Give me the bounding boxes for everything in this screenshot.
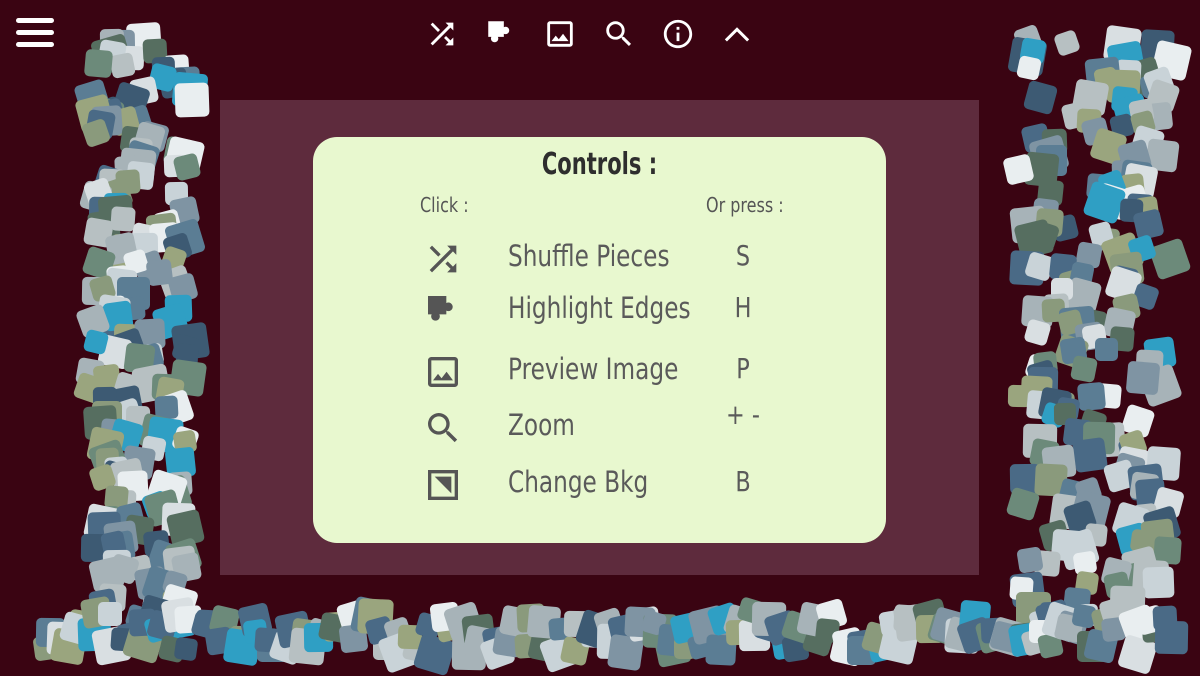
zoom-button[interactable] — [601, 14, 637, 54]
control-label: Zoom — [508, 408, 575, 442]
puzzle-piece[interactable] — [1015, 55, 1042, 82]
control-label: Change Bkg — [508, 465, 649, 499]
shuffle-button[interactable] — [424, 14, 460, 54]
puzzle-piece[interactable] — [1070, 354, 1099, 383]
collapse-button[interactable] — [719, 14, 755, 54]
control-label: Preview Image — [508, 352, 679, 386]
puzzle-piece[interactable] — [1154, 620, 1189, 655]
puzzle-edge-icon — [423, 291, 463, 331]
control-row-preview-image: Preview Image P — [313, 346, 886, 396]
control-key: B — [735, 465, 751, 498]
magnifier-icon — [606, 21, 632, 47]
puzzle-piece[interactable] — [173, 636, 198, 661]
control-label: Shuffle Pieces — [508, 239, 670, 273]
puzzle-piece[interactable] — [1125, 360, 1161, 395]
control-row-shuffle: Shuffle Pieces S — [313, 233, 886, 283]
click-header: Click : — [420, 193, 469, 217]
control-key: + - — [726, 398, 760, 431]
controls-title: Controls : — [541, 147, 658, 182]
puzzle-piece[interactable] — [1094, 337, 1118, 361]
press-header: Or press : — [706, 193, 784, 217]
image-icon — [547, 21, 573, 47]
control-label: Highlight Edges — [508, 291, 691, 325]
chevron-up-icon — [724, 27, 750, 42]
puzzle-piece[interactable] — [1077, 381, 1107, 412]
background-icon — [423, 465, 463, 505]
control-row-highlight-edges: Highlight Edges H — [313, 285, 886, 335]
shuffle-icon — [423, 239, 463, 279]
top-bar — [0, 14, 1200, 58]
control-row-zoom: Zoom + - — [313, 398, 886, 452]
control-key: P — [736, 352, 750, 385]
puzzle-piece[interactable] — [1023, 80, 1059, 116]
control-key: S — [735, 239, 751, 272]
image-icon — [423, 352, 463, 392]
control-row-change-bkg: Change Bkg B — [313, 459, 886, 509]
puzzle-piece[interactable] — [1148, 237, 1192, 282]
info-button[interactable] — [660, 14, 696, 54]
highlight-edges-button[interactable] — [483, 14, 519, 54]
puzzle-piece[interactable] — [174, 81, 210, 118]
controls-panel: Controls : Click : Or press : Shuffle Pi… — [313, 137, 886, 543]
puzzle-piece[interactable] — [97, 601, 122, 626]
puzzle-piece[interactable] — [1016, 545, 1045, 574]
control-key: H — [734, 291, 752, 324]
magnifier-icon — [423, 408, 463, 448]
shuffle-icon — [430, 22, 454, 46]
puzzle-edge-icon — [488, 21, 510, 43]
preview-image-button[interactable] — [542, 14, 578, 54]
toolbar — [424, 14, 755, 54]
info-icon — [663, 19, 693, 49]
puzzle-piece[interactable] — [1142, 566, 1175, 599]
hamburger-menu-icon[interactable] — [16, 18, 54, 48]
